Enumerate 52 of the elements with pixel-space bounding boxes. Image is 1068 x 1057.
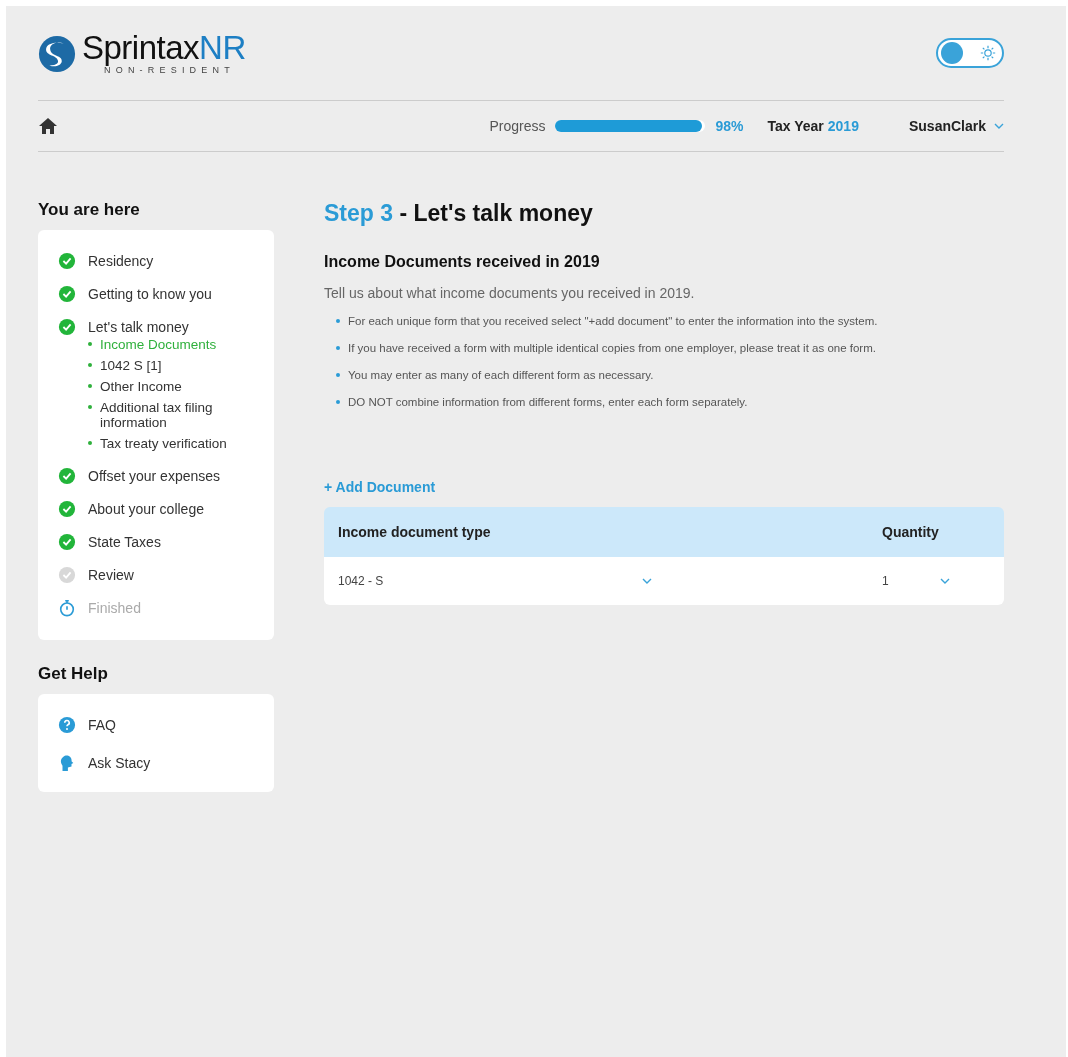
intro-text: Tell us about what income documents you received in 2019. (324, 285, 696, 301)
instruction-text: If you have received a form with multiple identical copies from one employer, please treat it as one form. (348, 342, 876, 354)
bullet-icon (336, 346, 340, 350)
chevron-icon (994, 123, 1004, 129)
help-title: Get Help (38, 664, 109, 684)
document-type-select[interactable]: 1042 - S (338, 574, 882, 588)
logo-tagline: NON-RESIDENT (104, 65, 236, 75)
chevron-icon (940, 578, 950, 584)
step-item[interactable]: Offset your expenses (88, 467, 221, 484)
bullet-icon (88, 384, 92, 388)
logo-suffix: NR (199, 33, 246, 63)
substep-item[interactable]: 1042 S [1] (100, 358, 162, 373)
substep-item[interactable]: Tax treaty verification (100, 436, 227, 451)
tax-year-label: Tax Year (767, 118, 824, 134)
sidebar-title: You are here (38, 200, 141, 220)
home-icon[interactable] (38, 117, 58, 135)
help-link[interactable]: Ask Stacy (88, 755, 151, 771)
step-item[interactable]: Residency (88, 252, 154, 269)
bullet-icon (336, 373, 340, 377)
bullet-icon (88, 363, 92, 367)
bullet-icon (88, 342, 92, 346)
progress-reading: 98% (715, 118, 744, 134)
instruction-text: You may enter as many of each different form as necessary. (348, 369, 654, 381)
substep-item[interactable]: Other Income (100, 379, 182, 394)
user-menu[interactable]: SusanClark (908, 118, 1004, 134)
step-item[interactable]: Getting to know you (88, 285, 212, 302)
section-heading: Income Documents received in 2019 (324, 253, 601, 271)
bullet-icon (336, 319, 340, 323)
bullet-icon (336, 400, 340, 404)
bullet-icon (88, 441, 92, 445)
step-item[interactable]: About your college (88, 500, 204, 517)
stopwatch-icon (58, 598, 76, 617)
tax-year: 2019 (827, 118, 859, 134)
column-header: Income document type (338, 524, 492, 540)
step-item[interactable]: Let's talk money (88, 318, 189, 335)
step-item[interactable]: State Taxes (88, 533, 161, 550)
step-item[interactable]: Review (88, 566, 134, 583)
column-header: Quantity (882, 524, 940, 540)
person-icon (58, 754, 76, 772)
theme-toggle[interactable] (936, 38, 1004, 68)
chevron-icon (642, 578, 652, 584)
instruction-text: For each unique form that you received select "+add document" to enter the information into the system. (348, 315, 878, 327)
substep-item[interactable]: Additional tax filing information (100, 400, 254, 430)
progress-label: Progress (489, 118, 546, 134)
bullet-icon (88, 405, 92, 409)
question-icon (58, 716, 76, 734)
help-link[interactable]: FAQ (88, 717, 116, 733)
page-title: Step 3 - Let's talk money (324, 200, 594, 227)
sun-icon (980, 45, 996, 61)
logo-icon (38, 35, 76, 73)
instruction-text: DO NOT combine information from different forms, enter each form separately. (348, 396, 748, 408)
quantity-select[interactable]: 1 (882, 574, 990, 588)
